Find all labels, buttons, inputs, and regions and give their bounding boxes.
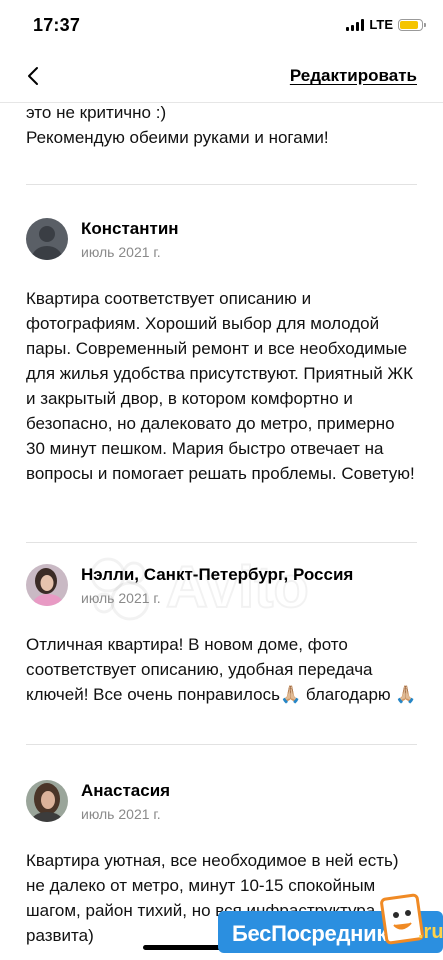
badge-label: БесПосредника bbox=[232, 921, 399, 946]
battery-icon bbox=[398, 18, 426, 31]
status-indicators: LTE bbox=[346, 17, 426, 32]
user-photo bbox=[26, 780, 68, 822]
divider bbox=[26, 744, 417, 745]
divider bbox=[26, 184, 417, 185]
review-date: июль 2021 г. bbox=[81, 590, 161, 606]
nav-bar: Редактировать bbox=[0, 52, 443, 103]
review-author: Константин bbox=[81, 219, 179, 238]
review-text-line: это не критично :) bbox=[26, 103, 167, 122]
chevron-left-icon bbox=[28, 67, 38, 85]
avatar bbox=[26, 780, 68, 822]
status-time: 17:37 bbox=[33, 15, 81, 35]
badge-suffix: .ru bbox=[418, 921, 443, 943]
review-date: июль 2021 г. bbox=[81, 244, 161, 260]
edit-button[interactable]: Редактировать bbox=[290, 66, 417, 86]
review-card: Константин июль 2021 г. Квартира соответ… bbox=[0, 218, 443, 486]
review-header: Анастасия июль 2021 г. bbox=[0, 780, 443, 830]
review-text: Отличная квартира! В новом доме, фото со… bbox=[26, 635, 417, 704]
back-button[interactable] bbox=[22, 64, 46, 88]
review-author: Анастасия bbox=[81, 781, 171, 800]
status-bar: 17:37 LTE bbox=[0, 0, 443, 52]
battery-fill bbox=[400, 20, 418, 29]
review-date: июль 2021 г. bbox=[81, 806, 161, 822]
placeholder-user-icon bbox=[26, 218, 68, 260]
reviews-list[interactable]: Avito это не критично :) Рекомендую обеи… bbox=[0, 102, 443, 960]
cellular-signal-icon bbox=[346, 18, 365, 31]
avatar bbox=[26, 564, 68, 606]
review-header: Константин июль 2021 г. bbox=[0, 218, 443, 268]
divider bbox=[26, 542, 417, 543]
review-text: Квартира соответствует описанию и фотогр… bbox=[26, 289, 415, 483]
review-card: Нэлли, Санкт-Петербург, Россия июль 2021… bbox=[0, 564, 443, 707]
review-author: Нэлли, Санкт-Петербург, Россия bbox=[81, 565, 354, 584]
review-text-line: Рекомендую обеими руками и ногами! bbox=[26, 128, 329, 147]
network-type: LTE bbox=[369, 17, 393, 32]
review-header: Нэлли, Санкт-Петербург, Россия июль 2021… bbox=[0, 564, 443, 614]
source-badge: БесПосредника .ru bbox=[218, 893, 443, 957]
avatar-placeholder bbox=[26, 218, 68, 260]
previous-review-tail: это не критично :) Рекомендую обеими рук… bbox=[0, 102, 443, 150]
user-photo bbox=[26, 564, 68, 606]
